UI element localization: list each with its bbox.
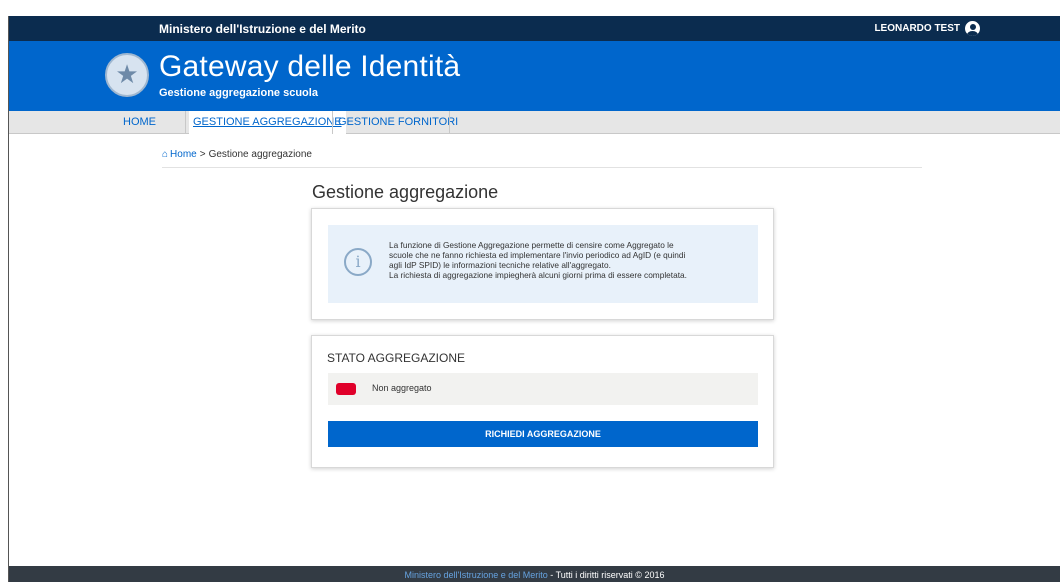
status-card: STATO AGGREGAZIONE Non aggregato RICHIED…: [311, 335, 774, 468]
breadcrumb-home-label[interactable]: Home: [170, 149, 197, 160]
info-line: La funzione di Gestione Aggregazione per…: [389, 240, 674, 250]
republic-emblem-icon: [105, 53, 149, 97]
request-aggregation-button[interactable]: RICHIEDI AGGREGAZIONE: [328, 421, 758, 447]
status-row: Non aggregato: [328, 373, 758, 405]
nav-item-gestione-fornitori[interactable]: GESTIONE FORNITORI: [334, 111, 462, 134]
footer: Ministero dell'Istruzione e del Merito -…: [9, 566, 1060, 582]
status-title: STATO AGGREGAZIONE: [327, 351, 466, 365]
status-indicator: [336, 383, 356, 395]
home-icon[interactable]: ⌂: [162, 149, 168, 160]
nav-item-home[interactable]: HOME: [119, 111, 160, 134]
main-nav: HOME GESTIONE AGGREGAZIONE GESTIONE FORN…: [9, 111, 1060, 134]
site-header: Gateway delle Identità Gestione aggregaz…: [9, 41, 1060, 111]
breadcrumb: ⌂ Home > Gestione aggregazione: [162, 149, 312, 160]
breadcrumb-current: Gestione aggregazione: [208, 149, 312, 160]
info-text: La funzione di Gestione Aggregazione per…: [389, 240, 749, 280]
footer-text: - Tutti i diritti riservati © 2016: [547, 570, 665, 580]
site-subtitle: Gestione aggregazione scuola: [159, 87, 318, 99]
info-card: i La funzione di Gestione Aggregazione p…: [311, 208, 774, 320]
ministry-name[interactable]: Ministero dell'Istruzione e del Merito: [159, 22, 366, 36]
nav-divider: [185, 111, 186, 134]
user-circle-icon[interactable]: [965, 21, 980, 36]
info-line: La richiesta di aggregazione impiegherà …: [389, 270, 687, 280]
info-box: i La funzione di Gestione Aggregazione p…: [328, 225, 758, 303]
status-value: Non aggregato: [372, 383, 432, 393]
user-name[interactable]: LEONARDO TEST: [874, 23, 960, 34]
breadcrumb-separator: >: [199, 149, 206, 160]
info-line: agli IdP SPID) le informazioni tecniche …: [389, 260, 611, 270]
info-line: scuole che ne fanno richiesta ed impleme…: [389, 250, 686, 260]
nav-divider: [449, 111, 450, 134]
nav-divider: [332, 111, 333, 134]
info-icon: i: [344, 248, 372, 276]
breadcrumb-home-link[interactable]: ⌂ Home: [162, 149, 197, 160]
top-bar: Ministero dell'Istruzione e del Merito L…: [9, 16, 1060, 41]
breadcrumb-divider: [162, 167, 922, 168]
nav-item-gestione-aggregazione[interactable]: GESTIONE AGGREGAZIONE: [189, 111, 346, 134]
app-frame: Ministero dell'Istruzione e del Merito L…: [8, 16, 1060, 582]
user-menu[interactable]: LEONARDO TEST: [874, 21, 980, 36]
site-title: Gateway delle Identità: [159, 50, 461, 83]
page-title: Gestione aggregazione: [312, 182, 499, 202]
footer-ministry-link[interactable]: Ministero dell'Istruzione e del Merito: [405, 570, 548, 580]
